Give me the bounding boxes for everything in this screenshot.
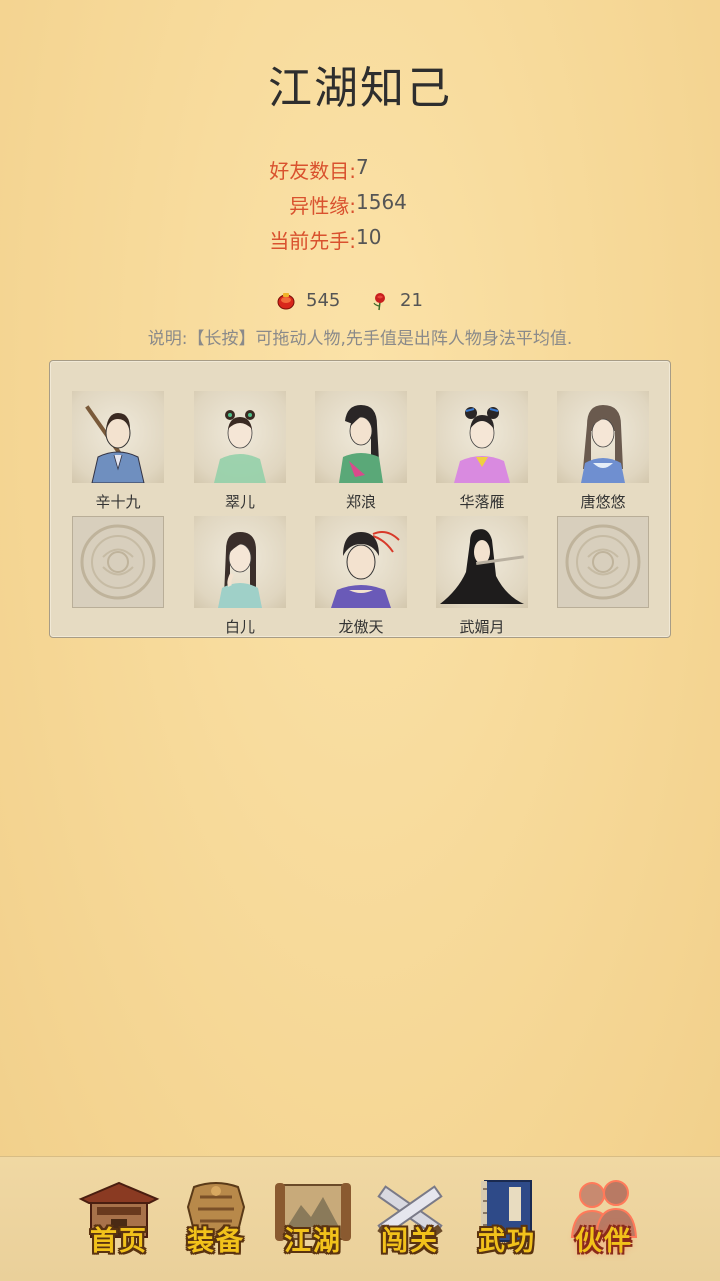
coin-counter: 545	[276, 290, 340, 311]
red-coin-icon	[277, 292, 295, 309]
rose-value: 21	[400, 290, 423, 311]
companion-name: 龙傲天	[338, 618, 384, 636]
nav-companions-label: 伙伴	[575, 1226, 633, 1257]
companion-name: 唐悠悠	[580, 493, 626, 511]
portrait-baier	[194, 516, 286, 608]
nav-home-label: 首页	[90, 1226, 148, 1257]
rose-counter: 21	[370, 290, 423, 311]
companion-slot-longaotian[interactable]: 龙傲天	[311, 516, 411, 636]
companion-name: 翠儿	[224, 493, 255, 511]
portrait-tangyouyou	[557, 391, 649, 483]
friend-count-row: 好友数目: 7	[0, 155, 720, 189]
companion-slot-baier[interactable]: 白儿	[190, 516, 290, 636]
nav-equipment-label: 装备	[187, 1226, 245, 1257]
bottom-nav: 首页 装备 江湖 闯关 武功 伙伴	[0, 1156, 720, 1281]
currency-bar: 545 21	[0, 290, 720, 316]
companion-slot-hualuoyan[interactable]: 华落雁	[432, 391, 532, 511]
friend-count-label: 好友数目:	[269, 159, 356, 183]
companion-panel: 辛十九 翠儿 郑浪 华落雁 唐悠悠 白儿 龙傲天 武媚月	[49, 360, 671, 638]
nav-jianghu[interactable]: 江湖	[271, 1177, 355, 1263]
portrait-longaotian	[315, 516, 407, 608]
empty-slot-medallion-icon	[557, 516, 649, 608]
coin-value: 545	[306, 290, 341, 311]
companion-name: 白儿	[224, 618, 255, 636]
companion-slot-tangyouyou[interactable]: 唐悠悠	[553, 391, 653, 511]
portrait-xinshijiu	[72, 391, 164, 483]
empty-slot-medallion-icon	[72, 516, 164, 608]
portrait-wumeiyue	[436, 516, 528, 608]
instruction-note: 说明:【长按】可拖动人物,先手值是出阵人物身法平均值.	[147, 329, 573, 349]
portrait-hualuoyan	[436, 391, 528, 483]
charm-label: 异性缘:	[289, 194, 356, 218]
nav-home[interactable]: 首页	[77, 1177, 161, 1263]
companion-slot-empty-2[interactable]	[553, 516, 653, 636]
red-rose-icon	[373, 292, 385, 310]
page-title: 江湖知己	[268, 63, 452, 114]
charm-row: 异性缘: 1564	[0, 190, 720, 224]
nav-equipment[interactable]: 装备	[174, 1177, 258, 1263]
nav-martial-arts-label: 武功	[478, 1226, 536, 1257]
companion-slot-cuier[interactable]: 翠儿	[190, 391, 290, 511]
companion-name: 华落雁	[459, 493, 505, 511]
companion-name: 郑浪	[345, 493, 376, 511]
companion-slot-empty-1[interactable]	[68, 516, 168, 636]
initiative-value: 10	[356, 225, 382, 249]
portrait-zhenglang	[315, 391, 407, 483]
friend-count-value: 7	[356, 155, 369, 179]
companion-name: 武媚月	[459, 618, 505, 636]
portrait-cuier	[194, 391, 286, 483]
companion-slot-wumeiyue[interactable]: 武媚月	[432, 516, 532, 636]
nav-challenge-label: 闯关	[381, 1226, 439, 1257]
companion-slot-zhenglang[interactable]: 郑浪	[311, 391, 411, 511]
initiative-row: 当前先手: 10	[0, 225, 720, 259]
companion-slot-xinshijiu[interactable]: 辛十九	[68, 391, 168, 511]
charm-value: 1564	[356, 190, 407, 214]
initiative-label: 当前先手:	[269, 229, 356, 253]
companion-name: 辛十九	[95, 493, 141, 511]
nav-jianghu-label: 江湖	[284, 1226, 342, 1257]
nav-challenge[interactable]: 闯关	[368, 1177, 452, 1263]
nav-companions[interactable]: 伙伴	[562, 1177, 646, 1263]
nav-martial-arts[interactable]: 武功	[465, 1177, 549, 1263]
